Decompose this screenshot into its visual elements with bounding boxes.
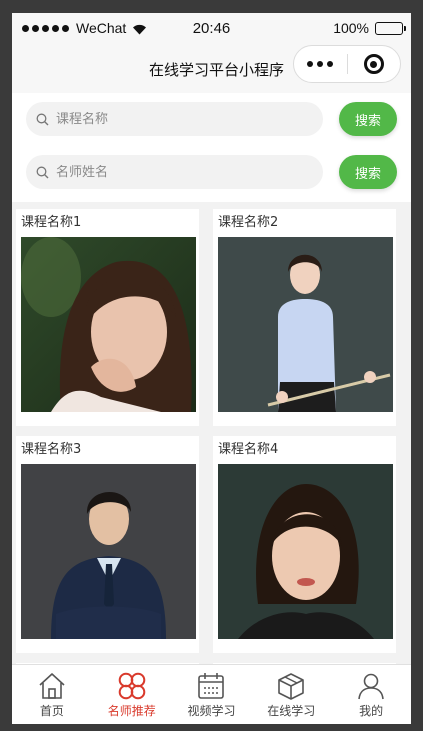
battery-icon	[375, 21, 406, 35]
tab-label: 我的	[359, 704, 384, 718]
tab-label: 视频学习	[187, 704, 236, 718]
bottom-tab-bar: 首页 名师推荐 视频学习 在线学习 我的	[12, 664, 411, 724]
calendar-icon	[198, 673, 225, 699]
teacher-search-input[interactable]	[56, 164, 286, 180]
course-search-row: 搜索	[26, 101, 397, 137]
course-name: 课程名称1	[21, 215, 82, 230]
more-dot	[307, 61, 314, 67]
teacher-photo	[21, 464, 196, 639]
course-search-box[interactable]	[26, 102, 323, 136]
tab-home[interactable]: 首页	[12, 665, 92, 724]
tab-label: 首页	[39, 704, 64, 718]
home-icon	[39, 673, 65, 699]
tab-label: 名师推荐	[107, 704, 156, 718]
tab-mine[interactable]: 我的	[331, 665, 411, 724]
course-search-input[interactable]	[56, 111, 286, 127]
tab-video-learning[interactable]: 视频学习	[172, 665, 252, 724]
course-search-button[interactable]: 搜索	[339, 102, 397, 136]
more-dot	[317, 61, 324, 67]
box-icon	[278, 673, 305, 700]
course-name: 课程名称2	[218, 215, 279, 230]
target-icon-center	[370, 60, 378, 68]
more-dot	[327, 61, 334, 67]
teacher-photo	[218, 464, 393, 639]
course-name: 课程名称3	[21, 442, 82, 457]
course-card[interactable]: 课程名称4	[213, 436, 396, 653]
clover-icon	[118, 672, 145, 700]
tab-famous-teachers[interactable]: 名师推荐	[92, 665, 172, 724]
status-bar: WeChat 20:46 100%	[12, 13, 411, 45]
search-icon	[36, 166, 49, 178]
search-area: 搜索 搜索	[12, 93, 411, 202]
teacher-photo	[21, 237, 196, 412]
course-name: 课程名称4	[218, 442, 279, 457]
tab-online-learning[interactable]: 在线学习	[251, 665, 331, 724]
course-card[interactable]: 课程名称2	[213, 209, 396, 426]
mini-program-capsule	[293, 45, 401, 83]
phone-screen: WeChat 20:46 100% 在线学习平台小程序 课程名称 搜索 名师姓名…	[12, 13, 411, 724]
search-icon	[36, 113, 49, 125]
teacher-search-button[interactable]: 搜索	[339, 155, 397, 189]
navigation-bar: 在线学习平台小程序	[12, 45, 411, 93]
course-card[interactable]: 课程名称1	[16, 209, 199, 426]
page-title: 在线学习平台小程序	[148, 61, 284, 79]
teacher-search-row: 搜索	[26, 154, 397, 190]
close-mini-program-button[interactable]	[347, 54, 400, 74]
more-menu-button[interactable]	[294, 61, 347, 67]
course-grid: 课程名称1 课程名称2 课程名称3 课程名称4	[12, 202, 411, 673]
teacher-photo	[218, 237, 393, 412]
target-icon	[363, 54, 384, 74]
course-card[interactable]: 课程名称3	[16, 436, 199, 653]
user-icon	[358, 673, 384, 700]
tab-label: 在线学习	[267, 704, 316, 718]
teacher-search-box[interactable]	[26, 155, 323, 189]
battery-indicator: 100%	[333, 20, 406, 36]
battery-percent: 100%	[333, 20, 369, 36]
